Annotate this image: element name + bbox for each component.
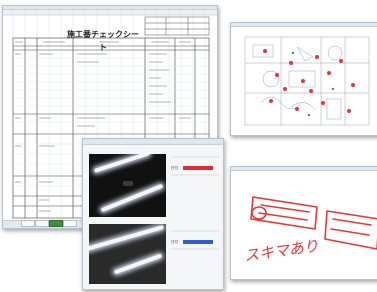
handwritten-note: スキマあり [243,237,320,265]
photo-dialog-window[interactable]: 日付 日付 [82,138,224,290]
photo-dialog-lines [171,156,219,250]
floorplan-window[interactable] [230,22,377,136]
annotation-window[interactable]: スキマあり [230,166,377,280]
sheet-tab-2[interactable] [35,220,49,227]
floor-plan-drawing [244,36,370,126]
sheet-tab-1[interactable] [21,220,35,227]
sheet-tab-active[interactable] [49,220,63,227]
sheet-title: 施工番チェックシート [67,30,139,52]
red-ink-annotation: スキマあり [243,196,377,265]
sheet-tab-4[interactable] [63,220,77,227]
